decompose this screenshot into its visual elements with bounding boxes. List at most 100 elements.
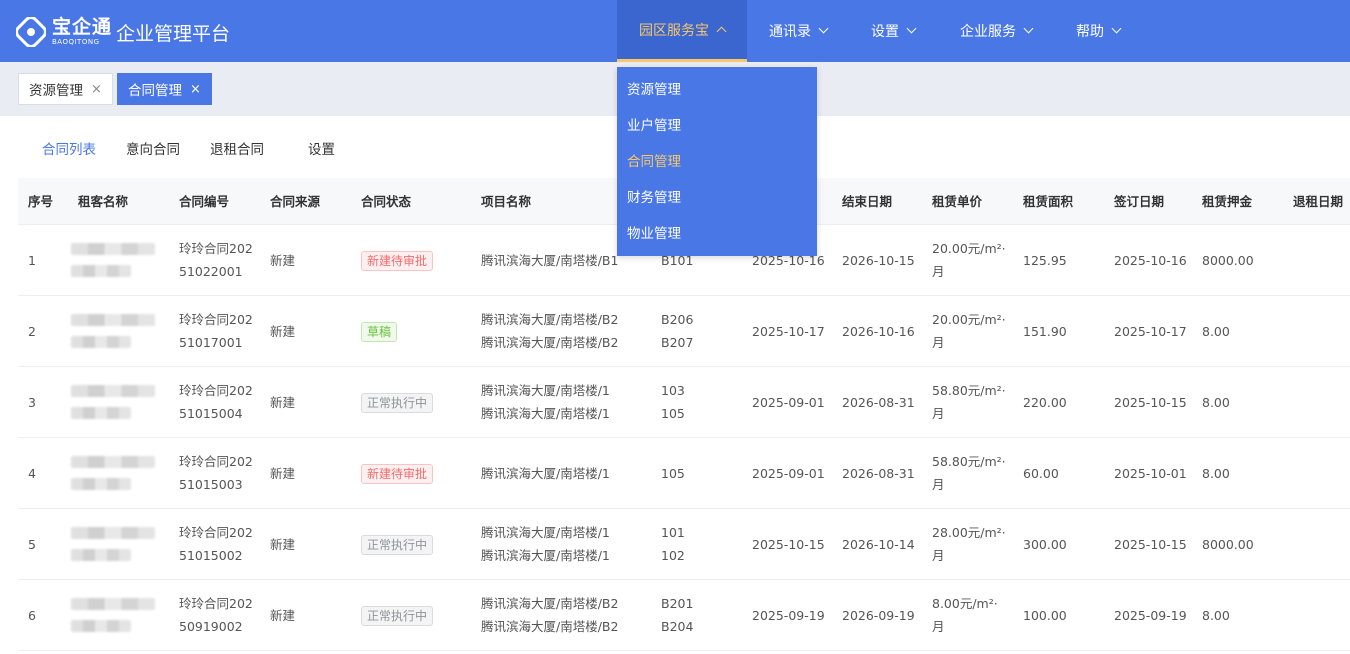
contract-source: 新建 bbox=[270, 252, 296, 268]
start-date: 2025-09-01 bbox=[752, 465, 825, 481]
cell-start-date: 2025-09-19 bbox=[752, 580, 825, 650]
lease-deposit: 8.00 bbox=[1202, 465, 1230, 481]
lease-area: 60.00 bbox=[1023, 465, 1059, 481]
start-date: 2025-10-15 bbox=[752, 536, 825, 552]
unit-price-line: 58.80元/m²· bbox=[932, 454, 1006, 469]
col-index: 序号 bbox=[28, 194, 54, 209]
end-date: 2026-08-31 bbox=[842, 465, 915, 481]
subtab-settings[interactable]: 设置 bbox=[308, 138, 335, 158]
sign-date: 2025-10-17 bbox=[1114, 323, 1187, 339]
contract-no-line: 玲玲合同202 bbox=[179, 312, 253, 327]
chevron-down-icon bbox=[818, 23, 829, 34]
cell-area: 60.00 bbox=[1023, 438, 1059, 508]
cell-deposit: 8.00 bbox=[1202, 296, 1230, 366]
nav-enterprise-service[interactable]: 企业服务 bbox=[945, 0, 1047, 62]
redacted-block bbox=[71, 265, 131, 277]
redacted-block bbox=[71, 527, 155, 539]
cell-tenant-redacted bbox=[71, 580, 155, 650]
nav-label: 帮助 bbox=[1076, 24, 1104, 40]
cell-area: 151.90 bbox=[1023, 296, 1067, 366]
contract-source: 新建 bbox=[270, 536, 296, 552]
redacted-block bbox=[71, 478, 131, 490]
unit-price-line: 20.00元/m²· bbox=[932, 312, 1006, 327]
end-date: 2026-09-19 bbox=[842, 607, 915, 623]
table-row[interactable]: 4 玲玲合同202 51015003 新建 新建待审批 腾讯滨海大厦/南塔楼/1 105 20… bbox=[18, 438, 1350, 509]
redacted-block bbox=[71, 243, 155, 255]
start-date: 2025-09-01 bbox=[752, 394, 825, 410]
cell-deposit: 8.00 bbox=[1202, 580, 1230, 650]
cell-status: 草稿 bbox=[361, 296, 398, 366]
unit-price-line: 58.80元/m²· bbox=[932, 383, 1006, 398]
lease-area: 100.00 bbox=[1023, 607, 1067, 623]
project-name-line: 腾讯滨海大厦/南塔楼/B1 bbox=[481, 252, 619, 268]
status-badge: 正常执行中 bbox=[361, 534, 434, 555]
logo-subtitle: BAOQITONG bbox=[52, 38, 100, 46]
subtab-intent-contract[interactable]: 意向合同 bbox=[126, 138, 180, 158]
end-date: 2026-08-31 bbox=[842, 394, 915, 410]
unit-price-line: 月 bbox=[932, 264, 945, 279]
redacted-block bbox=[71, 407, 131, 419]
end-date: 2026-10-15 bbox=[842, 252, 915, 268]
tab-resource[interactable]: 资源管理 × bbox=[18, 73, 113, 105]
nav-park-service[interactable]: 园区服务宝 bbox=[617, 0, 747, 62]
menu-item-tenant[interactable]: 业户管理 bbox=[617, 108, 817, 144]
col-area: 租赁面积 bbox=[1023, 194, 1074, 209]
close-icon[interactable]: × bbox=[91, 82, 102, 97]
table-row[interactable]: 5 玲玲合同202 51015002 新建 正常执行中 腾讯滨海大厦/南塔楼/1 腾讯滨海大… bbox=[18, 509, 1350, 580]
unit-price-line: 月 bbox=[932, 548, 945, 563]
subtab-checkout-contract[interactable]: 退租合同 bbox=[210, 138, 264, 158]
cell-project: 腾讯滨海大厦/南塔楼/1 腾讯滨海大厦/南塔楼/1 bbox=[481, 367, 610, 437]
col-deposit: 租赁押金 bbox=[1202, 194, 1253, 209]
cell-index: 3 bbox=[28, 367, 36, 437]
menu-item-resource[interactable]: 资源管理 bbox=[617, 72, 817, 108]
logo-icon bbox=[15, 16, 47, 48]
cell-tenant-redacted bbox=[71, 296, 155, 366]
status-badge: 新建待审批 bbox=[361, 463, 434, 484]
row-index: 1 bbox=[28, 252, 36, 268]
cell-index: 2 bbox=[28, 296, 36, 366]
table-row[interactable]: 2 玲玲合同202 51017001 新建 草稿 腾讯滨海大厦/南塔楼/B2 腾讯滨海大厦/… bbox=[18, 296, 1350, 367]
nav-label: 通讯录 bbox=[769, 24, 811, 40]
cell-unit-price: 58.80元/m²· 月 bbox=[932, 438, 1006, 508]
project-name-line: 腾讯滨海大厦/南塔楼/1 bbox=[481, 525, 610, 540]
nav-settings[interactable]: 设置 bbox=[855, 0, 931, 62]
cell-contract-no: 玲玲合同202 51015004 bbox=[179, 367, 253, 437]
redacted-block bbox=[71, 549, 131, 561]
cell-end-date: 2026-09-19 bbox=[842, 580, 915, 650]
row-index: 3 bbox=[28, 394, 36, 410]
redacted-block bbox=[71, 456, 155, 468]
lease-deposit: 8.00 bbox=[1202, 607, 1230, 623]
cell-sign-date: 2025-10-17 bbox=[1114, 296, 1187, 366]
row-index: 6 bbox=[28, 607, 36, 623]
lease-area: 125.95 bbox=[1023, 252, 1067, 268]
cell-tenant-redacted bbox=[71, 225, 155, 295]
redacted-block bbox=[71, 314, 155, 326]
cell-index: 1 bbox=[28, 225, 36, 295]
project-name-line: 腾讯滨海大厦/南塔楼/B2 bbox=[481, 312, 619, 327]
tab-contract[interactable]: 合同管理 × bbox=[117, 73, 212, 105]
table-row[interactable]: 3 玲玲合同202 51015004 新建 正常执行中 腾讯滨海大厦/南塔楼/1 腾讯滨海大… bbox=[18, 367, 1350, 438]
row-index: 2 bbox=[28, 323, 36, 339]
cell-project: 腾讯滨海大厦/南塔楼/B2 腾讯滨海大厦/南塔楼/B2 bbox=[481, 296, 618, 366]
nav-label: 园区服务宝 bbox=[639, 22, 709, 39]
menu-item-contract[interactable]: 合同管理 bbox=[617, 144, 817, 180]
contract-no-line: 玲玲合同202 bbox=[179, 383, 253, 398]
cell-source: 新建 bbox=[270, 438, 295, 508]
subtab-contract-list[interactable]: 合同列表 bbox=[42, 138, 96, 158]
cell-unit-price: 28.00元/m²· 月 bbox=[932, 509, 1006, 579]
menu-item-finance[interactable]: 财务管理 bbox=[617, 180, 817, 216]
sign-date: 2025-09-19 bbox=[1114, 607, 1187, 623]
redacted-block bbox=[71, 385, 155, 397]
nav-contacts[interactable]: 通讯录 bbox=[752, 0, 844, 62]
menu-item-property[interactable]: 物业管理 bbox=[617, 216, 817, 252]
chevron-down-icon bbox=[1111, 23, 1122, 34]
table-row[interactable]: 6 玲玲合同202 50919002 新建 正常执行中 腾讯滨海大厦/南塔楼/B2 腾讯滨海… bbox=[18, 580, 1350, 651]
park-service-dropdown: 资源管理 业户管理 合同管理 财务管理 物业管理 bbox=[617, 67, 817, 256]
col-source: 合同来源 bbox=[270, 194, 321, 209]
project-name-line: 腾讯滨海大厦/南塔楼/1 bbox=[481, 548, 610, 563]
unit-price-line: 20.00元/m²· bbox=[932, 241, 1006, 256]
chevron-down-icon bbox=[906, 23, 917, 34]
app-logo[interactable]: 宝企通 BAOQITONG bbox=[15, 16, 112, 48]
nav-help[interactable]: 帮助 bbox=[1060, 0, 1136, 62]
close-icon[interactable]: × bbox=[190, 82, 201, 97]
